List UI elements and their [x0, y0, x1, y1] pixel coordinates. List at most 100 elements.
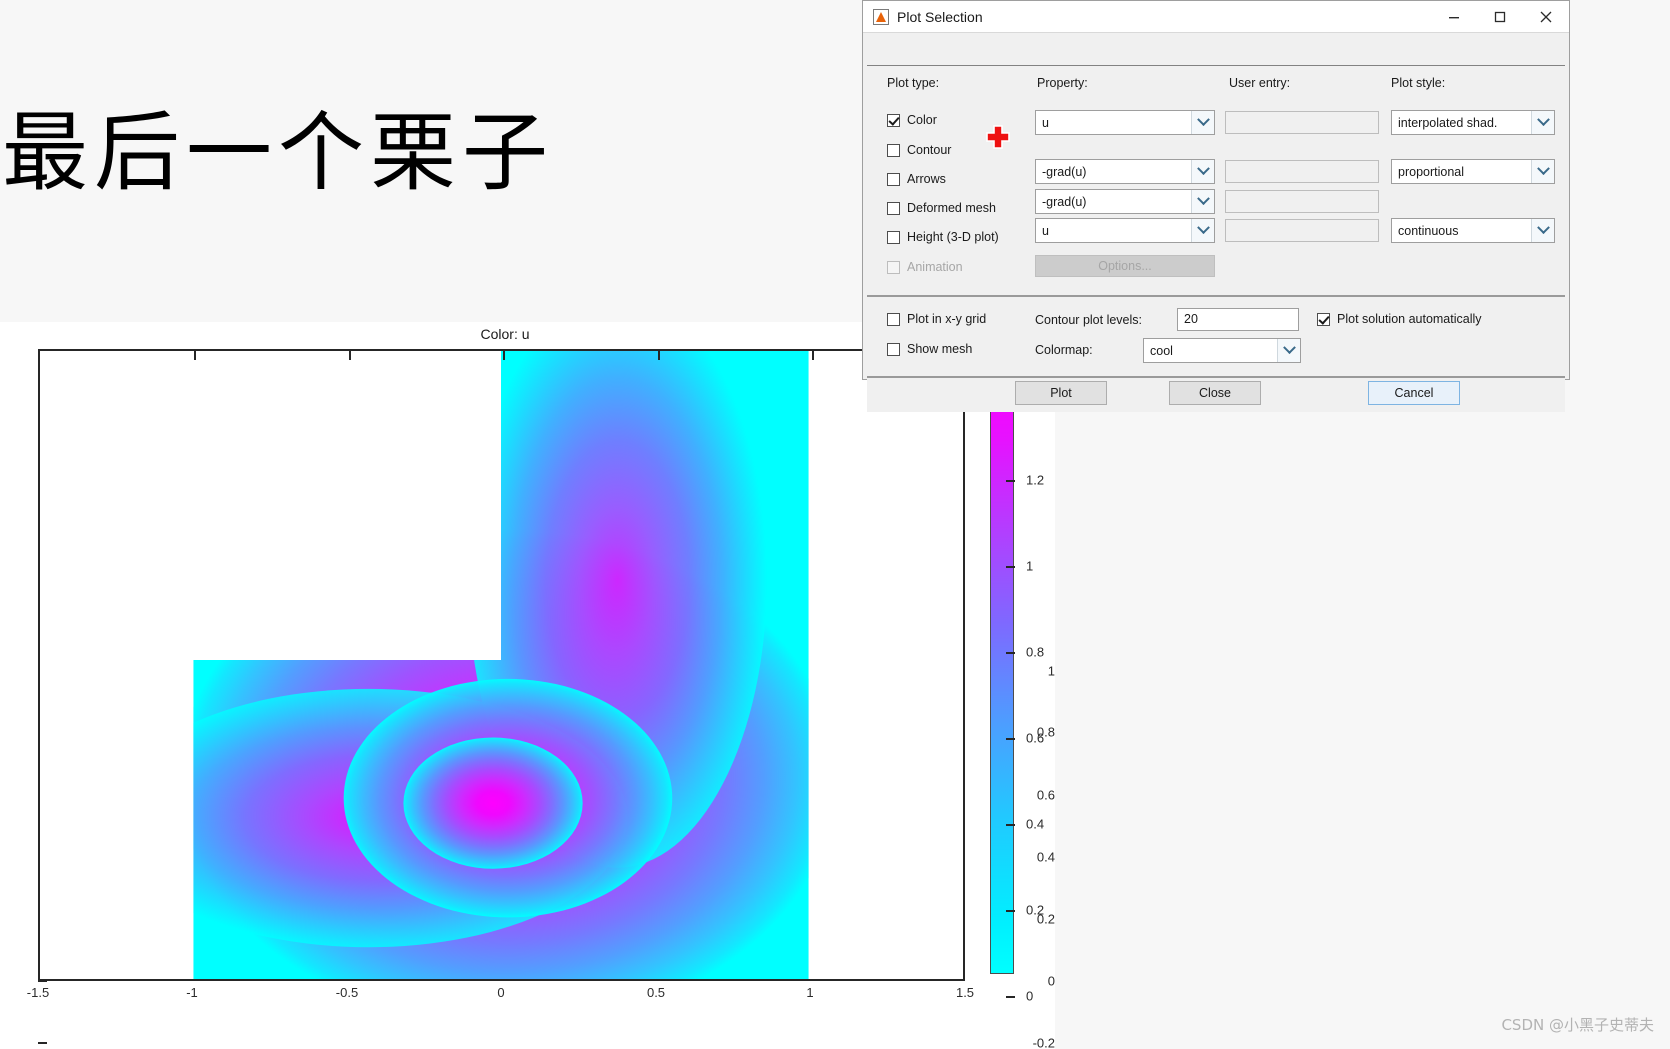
contour-levels-input[interactable]: 20	[1177, 308, 1299, 331]
checkbox-arrows[interactable]: Arrows	[887, 172, 946, 186]
colorbar-tick-label: 0.6	[1026, 730, 1045, 746]
chevron-down-icon[interactable]	[1531, 160, 1554, 183]
chevron-down-icon[interactable]	[1191, 219, 1214, 242]
chevron-down-icon[interactable]	[1531, 111, 1554, 134]
plot-style-select-arrows[interactable]: proportional	[1391, 159, 1555, 184]
chevron-down-icon[interactable]	[1191, 190, 1214, 213]
plot-selection-dialog: Plot Selection Plot type: Property: User…	[862, 0, 1570, 412]
colorbar-tick-label: 0.8	[1026, 644, 1045, 660]
contour-levels-label: Contour plot levels:	[1035, 313, 1143, 327]
colorbar-tick-mark	[1006, 566, 1015, 568]
x-tick-mark-top	[658, 351, 660, 360]
cancel-button[interactable]: Cancel	[1368, 381, 1460, 405]
plot-style-select-color-value: interpolated shad.	[1398, 115, 1498, 130]
close-button[interactable]	[1523, 1, 1569, 32]
chevron-down-icon[interactable]	[1191, 111, 1214, 134]
checkbox-deformed-mesh[interactable]: Deformed mesh	[887, 201, 996, 215]
window-controls	[1431, 1, 1569, 32]
checkbox-deformed-mesh-label: Deformed mesh	[907, 201, 996, 215]
page-title: 最后一个栗子	[2, 103, 554, 203]
x-tick-label: 1	[806, 985, 814, 1000]
close-button-action[interactable]: Close	[1169, 381, 1261, 405]
colorbar: 1.4 1.2 1 0.8 0.6 0.4 0.2 0	[990, 350, 1050, 1004]
plot-style-select-color[interactable]: interpolated shad.	[1391, 110, 1555, 135]
colorbar-tick-mark	[1006, 996, 1015, 998]
property-select-height-3d[interactable]: u	[1035, 218, 1215, 243]
x-tick-label: 0	[497, 985, 505, 1000]
x-tick-label: -1	[186, 985, 198, 1000]
y-tick-label: -0.2	[1032, 1035, 1055, 1049]
x-tick-mark-top	[503, 351, 505, 360]
user-entry-color[interactable]	[1225, 111, 1379, 134]
checkbox-color[interactable]: Color	[887, 113, 937, 127]
chevron-down-icon[interactable]	[1531, 219, 1554, 242]
x-tick-label: -0.5	[335, 985, 359, 1000]
colorbar-tick-mark	[1006, 738, 1015, 740]
plot-options-panel: Plot in x-y grid Show mesh Contour plot …	[867, 296, 1565, 377]
chevron-down-icon[interactable]	[1191, 160, 1214, 183]
colormap-select-value: cool	[1150, 343, 1173, 358]
colorbar-tick-label: 0.4	[1026, 816, 1045, 832]
col-header-plot-style: Plot style:	[1391, 76, 1446, 90]
plot-style-select-height-3d[interactable]: continuous	[1391, 218, 1555, 243]
checkbox-plot-in-xy-grid[interactable]: Plot in x-y grid	[887, 312, 986, 326]
maximize-button[interactable]	[1477, 1, 1523, 32]
x-tick-mark-top	[349, 351, 351, 360]
animation-options-button: Options...	[1035, 255, 1215, 277]
colormap-select[interactable]: cool	[1143, 338, 1301, 363]
x-tick-mark-top	[194, 351, 196, 360]
plot-button[interactable]: Plot	[1015, 381, 1107, 405]
property-select-arrows-value: -grad(u)	[1042, 164, 1087, 179]
colorbar-tick-label: 0	[1026, 988, 1034, 1004]
user-entry-arrows[interactable]	[1225, 160, 1379, 183]
property-select-color-value: u	[1042, 115, 1049, 130]
checkbox-show-mesh[interactable]: Show mesh	[887, 342, 972, 356]
plot-style-select-arrows-value: proportional	[1398, 164, 1465, 179]
checkbox-height-3d-box[interactable]	[887, 230, 900, 244]
property-select-color[interactable]: u	[1035, 110, 1215, 135]
colormap-label: Colormap:	[1035, 343, 1093, 357]
user-entry-height-3d[interactable]	[1225, 219, 1379, 242]
colorbar-tick-mark	[1006, 824, 1015, 826]
csdn-watermark: CSDN @小黑子史蒂夫	[1501, 1016, 1654, 1034]
checkbox-plot-solution-automatically[interactable]: Plot solution automatically	[1317, 312, 1482, 326]
checkbox-height-3d-label: Height (3-D plot)	[907, 230, 999, 244]
col-header-user-entry: User entry:	[1229, 76, 1291, 90]
colorbar-tick-mark	[1006, 480, 1015, 482]
property-select-deformed-mesh-value: -grad(u)	[1042, 194, 1087, 209]
x-tick-label: 0.5	[646, 985, 666, 1000]
checkbox-contour[interactable]: Contour	[887, 143, 951, 157]
checkbox-color-box[interactable]	[887, 113, 900, 127]
dialog-title: Plot Selection	[897, 8, 983, 25]
minimize-button[interactable]	[1431, 1, 1477, 32]
checkbox-show-mesh-label: Show mesh	[907, 342, 973, 356]
property-select-arrows[interactable]: -grad(u)	[1035, 159, 1215, 184]
x-tick-mark-top	[812, 351, 814, 360]
checkbox-plot-solution-automatically-label: Plot solution automatically	[1337, 312, 1482, 326]
property-select-height-3d-value: u	[1042, 223, 1049, 238]
checkbox-plot-solution-automatically-box[interactable]	[1317, 312, 1330, 326]
figure-title: Color: u	[480, 326, 530, 342]
lshape-membrane-field	[193, 351, 809, 979]
dialog-titlebar[interactable]: Plot Selection	[863, 1, 1569, 33]
plot-figure: Color: u 1 0.8 0.6 0.4 0.2 0 -0.2 -0.4 -…	[0, 322, 1055, 1049]
y-tick-mark	[38, 1042, 47, 1044]
checkbox-contour-label: Contour	[907, 143, 952, 157]
colorbar-tick-label: 1.2	[1026, 472, 1045, 488]
plot-axes	[38, 349, 965, 981]
checkbox-arrows-label: Arrows	[907, 172, 946, 186]
checkbox-plot-in-xy-grid-box[interactable]	[887, 312, 900, 326]
chevron-down-icon[interactable]	[1277, 339, 1300, 362]
contour-levels-value: 20	[1184, 312, 1198, 326]
col-header-plot-type: Plot type:	[887, 76, 940, 90]
checkbox-deformed-mesh-box[interactable]	[887, 201, 900, 215]
checkbox-height-3d[interactable]: Height (3-D plot)	[887, 230, 999, 244]
checkbox-plot-in-xy-grid-label: Plot in x-y grid	[907, 312, 987, 326]
checkbox-show-mesh-box[interactable]	[887, 342, 900, 356]
property-select-deformed-mesh[interactable]: -grad(u)	[1035, 189, 1215, 214]
user-entry-deformed-mesh[interactable]	[1225, 190, 1379, 213]
checkbox-arrows-box[interactable]	[887, 172, 900, 186]
colorbar-tick-label: 0.2	[1026, 902, 1045, 918]
checkbox-contour-box[interactable]	[887, 143, 900, 157]
matlab-icon	[873, 8, 889, 25]
